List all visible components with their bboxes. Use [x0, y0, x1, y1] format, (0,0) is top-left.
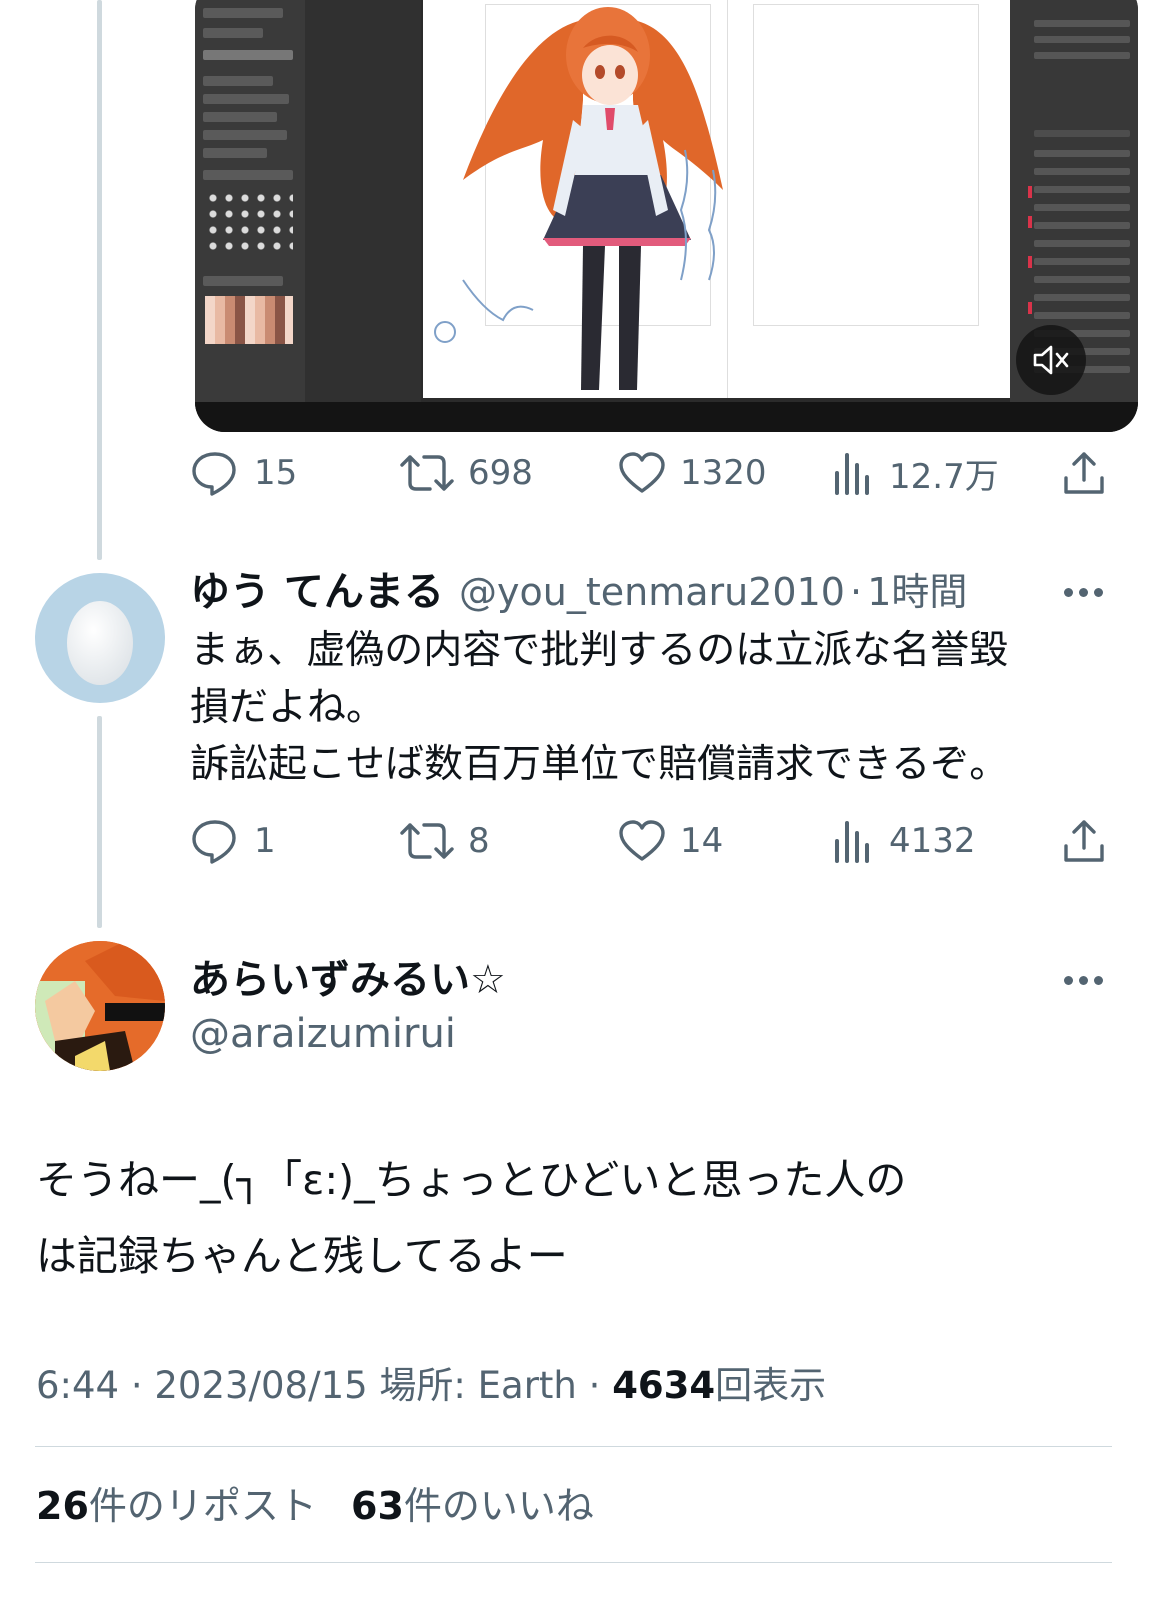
- reply-button[interactable]: 15: [190, 448, 297, 498]
- pixel-art-avatar-image: [35, 941, 165, 1071]
- view-count: 12.7万: [889, 456, 999, 497]
- reply-button[interactable]: 1: [190, 816, 276, 866]
- heart-icon: [618, 819, 666, 863]
- share-button[interactable]: [1062, 448, 1106, 498]
- brush-tool-panel: [195, 0, 305, 432]
- main-more-icon[interactable]: [1064, 970, 1108, 990]
- likes-count: 63: [351, 1484, 404, 1528]
- anime-girl-illustration: [434, 7, 723, 390]
- main-tweet-author: あらいずみるい☆ @araizumirui: [190, 954, 506, 1062]
- like-count: 14: [680, 821, 724, 861]
- first-tweet-actions: 15 698 1320 12.7万: [190, 448, 1120, 498]
- views-count: 4634: [612, 1364, 716, 1407]
- thread-line-top: [97, 0, 102, 560]
- share-icon: [1062, 818, 1106, 864]
- workspace-gutter: [305, 0, 421, 432]
- reply-more-icon[interactable]: [1064, 582, 1108, 602]
- tweet-stats: 26件のリポスト 63件のいいね: [36, 1480, 594, 1532]
- views-label: 回表示: [715, 1364, 827, 1407]
- reply-author-handle[interactable]: @you_tenmaru2010: [459, 570, 845, 614]
- divider: [35, 1446, 1112, 1447]
- tweet-time[interactable]: 6:44: [36, 1364, 119, 1407]
- views-button[interactable]: 12.7万: [833, 448, 999, 498]
- main-author-name[interactable]: あらいずみるい☆: [190, 954, 506, 1006]
- repost-count: 8: [468, 821, 490, 861]
- like-button[interactable]: 14: [618, 816, 723, 866]
- analytics-icon: [833, 451, 875, 495]
- heart-icon: [618, 451, 666, 495]
- reply-icon: [190, 450, 240, 496]
- avatar-araizumirui[interactable]: [35, 941, 165, 1071]
- repost-count: 698: [468, 453, 533, 493]
- video-bottom-bar: [195, 402, 1138, 432]
- reply-tweet-actions: 1 8 14 4132: [190, 816, 1120, 866]
- reply-tweet-header: ゆう てんまる @you_tenmaru2010 · 1時間: [190, 566, 967, 626]
- volume-mute-icon[interactable]: [1016, 325, 1086, 395]
- tweet-video-media[interactable]: [195, 0, 1138, 432]
- reposts-stat[interactable]: 26件のリポスト: [36, 1484, 329, 1528]
- share-button[interactable]: [1062, 816, 1106, 866]
- like-count: 1320: [680, 453, 767, 493]
- meta-separator: ·: [130, 1364, 143, 1407]
- avatar-egg[interactable]: [35, 573, 165, 703]
- reposts-count: 26: [36, 1484, 89, 1528]
- tweet-meta-line: 6:44 · 2023/08/15 場所: Earth · 4634回表示: [36, 1360, 826, 1412]
- tweet-date[interactable]: 2023/08/15: [154, 1364, 367, 1407]
- likes-stat[interactable]: 63件のいいね: [351, 1484, 594, 1528]
- repost-button[interactable]: 698: [400, 448, 533, 498]
- color-swatch-set: [205, 296, 293, 344]
- main-author-handle[interactable]: @araizumirui: [190, 1006, 506, 1062]
- likes-label: 件のいいね: [403, 1484, 594, 1528]
- reply-icon: [190, 818, 240, 864]
- like-button[interactable]: 1320: [618, 448, 767, 498]
- repost-icon: [400, 819, 454, 863]
- drawing-canvas: [423, 0, 1011, 398]
- views-button[interactable]: 4132: [833, 816, 976, 866]
- reply-count: 15: [254, 453, 298, 493]
- reply-count: 1: [254, 821, 276, 861]
- analytics-icon: [833, 819, 875, 863]
- location-label: 場所:: [379, 1364, 466, 1407]
- location-value: Earth: [477, 1364, 577, 1407]
- reply-author-name[interactable]: ゆう てんまる: [190, 569, 444, 615]
- reply-timestamp[interactable]: 1時間: [867, 570, 967, 614]
- reply-separator: ·: [850, 570, 863, 614]
- default-egg-icon: [67, 601, 133, 685]
- repost-icon: [400, 451, 454, 495]
- thread-line-middle: [97, 716, 102, 928]
- divider: [35, 1562, 1112, 1563]
- reply-tweet-text: まぁ、虚偽の内容で批判するのは立派な名誉毀 損だよね。 訴訟起こせば数百万単位で…: [190, 628, 1009, 787]
- share-icon: [1062, 450, 1106, 496]
- main-tweet-text: そうねー_(┐「ε:)_ちょっとひどいと思った人の は記録ちゃんと残してるよー: [36, 1156, 907, 1280]
- view-count: 4132: [889, 821, 976, 861]
- meta-separator: ·: [588, 1364, 601, 1407]
- reposts-label: 件のリポスト: [88, 1484, 317, 1528]
- repost-button[interactable]: 8: [400, 816, 490, 866]
